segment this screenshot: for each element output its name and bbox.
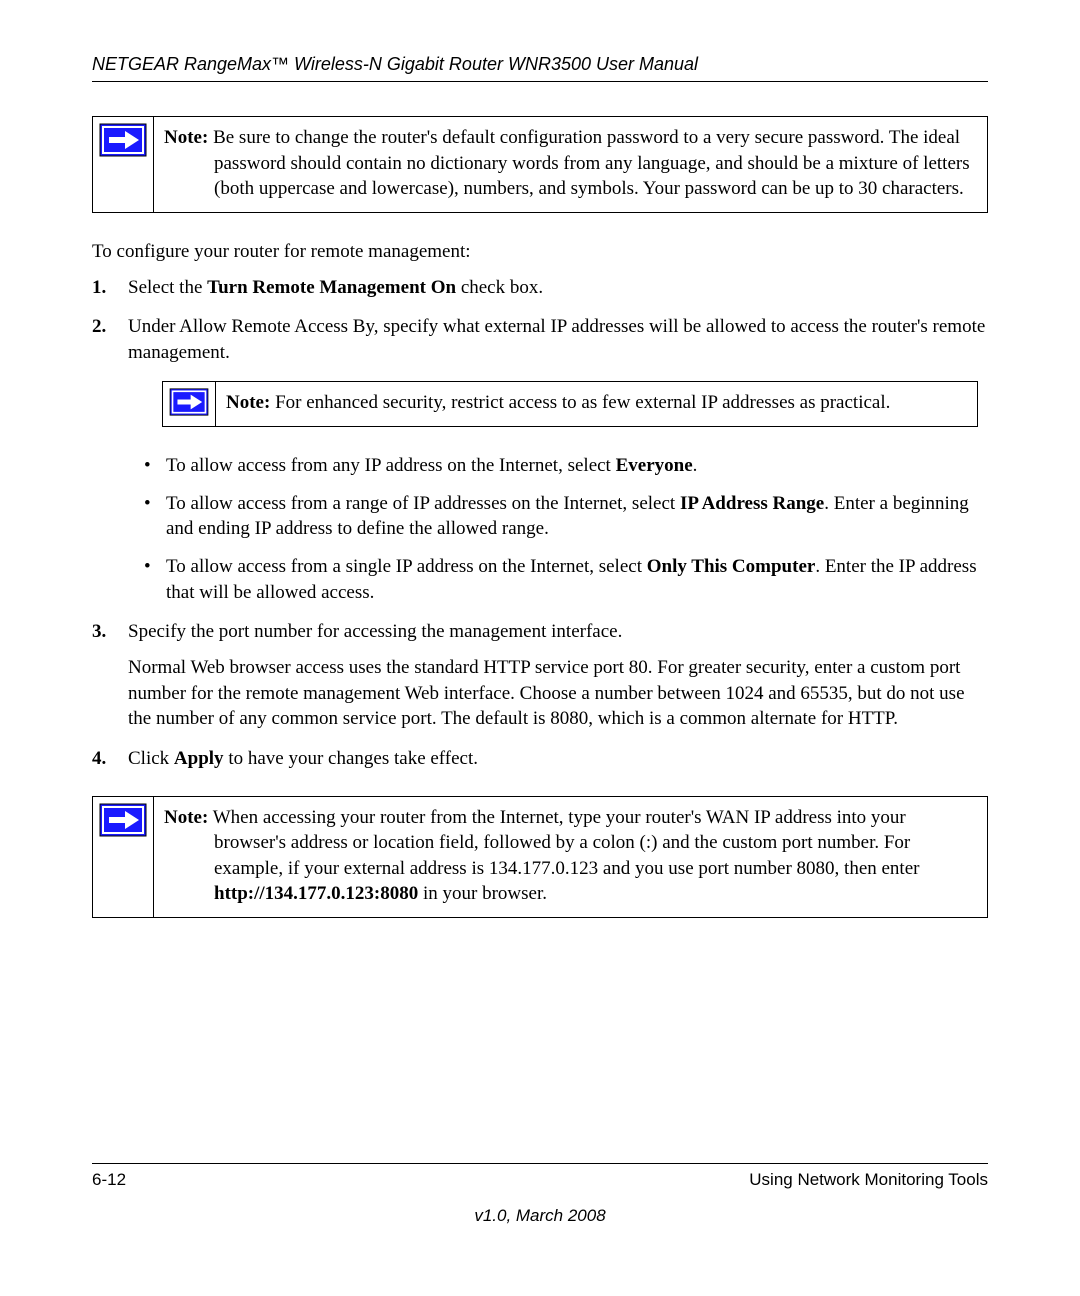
page-number: 6-12 xyxy=(92,1170,126,1190)
note-text: For enhanced security, restrict access t… xyxy=(270,392,890,413)
note-label: Note: xyxy=(226,392,270,413)
bullet-everyone: To allow access from any IP address on t… xyxy=(166,453,988,479)
note-label: Note: xyxy=(164,807,208,828)
arrow-icon xyxy=(163,382,216,426)
note-text-post: in your browser. xyxy=(418,883,547,904)
note-url: http://134.177.0.123:8080 xyxy=(214,883,418,904)
note-text: Be sure to change the router's default c… xyxy=(208,127,969,199)
note-text-pre: When accessing your router from the Inte… xyxy=(208,807,919,879)
section-title: Using Network Monitoring Tools xyxy=(749,1170,988,1190)
note-box-security: Note: For enhanced security, restrict ac… xyxy=(162,381,978,427)
arrow-icon xyxy=(93,117,154,212)
note-box-wan-access: Note: When accessing your router from th… xyxy=(92,796,988,919)
arrow-icon xyxy=(93,797,154,918)
step-2: Under Allow Remote Access By, specify wh… xyxy=(92,314,988,605)
note-box-password: Note: Be sure to change the router's def… xyxy=(92,116,988,213)
page-footer: 6-12 Using Network Monitoring Tools v1.0… xyxy=(92,1163,988,1226)
step-3: Specify the port number for accessing th… xyxy=(92,619,988,732)
step-3-detail: Normal Web browser access uses the stand… xyxy=(128,655,988,732)
step-4: Click Apply to have your changes take ef… xyxy=(92,746,988,772)
intro-text: To configure your router for remote mana… xyxy=(92,239,988,265)
step-1: Select the Turn Remote Management On che… xyxy=(92,275,988,301)
version-text: v1.0, March 2008 xyxy=(92,1206,988,1226)
bullet-ip-range: To allow access from a range of IP addre… xyxy=(166,491,988,542)
note-label: Note: xyxy=(164,127,208,148)
bullet-only-this: To allow access from a single IP address… xyxy=(166,554,988,605)
page-header: NETGEAR RangeMax™ Wireless-N Gigabit Rou… xyxy=(92,54,988,82)
